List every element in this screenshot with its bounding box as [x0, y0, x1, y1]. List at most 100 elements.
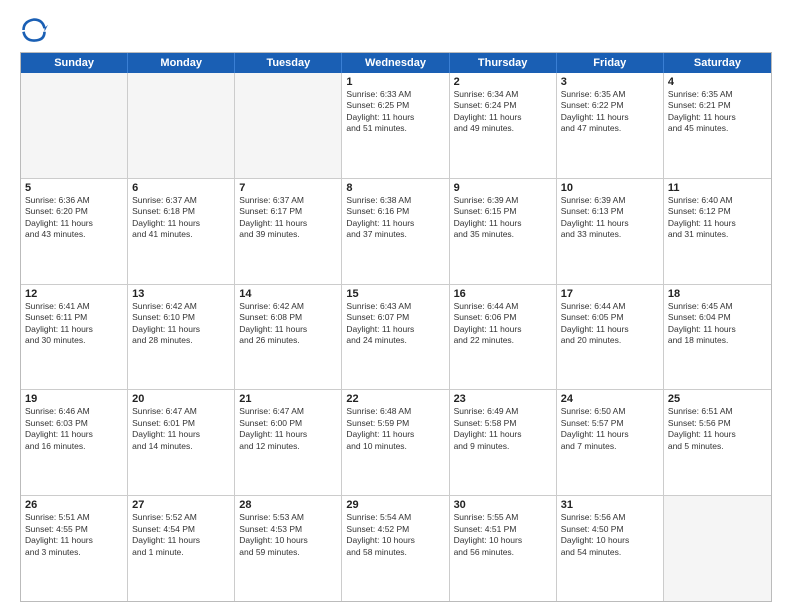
calendar-cell: 16Sunrise: 6:44 AMSunset: 6:06 PMDayligh…	[450, 285, 557, 390]
cell-line: Daylight: 11 hours	[561, 218, 659, 229]
cell-line: and 24 minutes.	[346, 335, 444, 346]
calendar-cell: 21Sunrise: 6:47 AMSunset: 6:00 PMDayligh…	[235, 390, 342, 495]
cell-line: Daylight: 11 hours	[668, 112, 767, 123]
calendar-cell: 11Sunrise: 6:40 AMSunset: 6:12 PMDayligh…	[664, 179, 771, 284]
calendar-cell: 25Sunrise: 6:51 AMSunset: 5:56 PMDayligh…	[664, 390, 771, 495]
cell-line: Daylight: 11 hours	[132, 535, 230, 546]
cell-line: and 54 minutes.	[561, 547, 659, 558]
cell-line: Sunrise: 6:38 AM	[346, 195, 444, 206]
cell-line: Daylight: 11 hours	[346, 218, 444, 229]
cell-line: Sunrise: 6:46 AM	[25, 406, 123, 417]
header	[20, 16, 772, 44]
cell-line: Daylight: 10 hours	[346, 535, 444, 546]
page: SundayMondayTuesdayWednesdayThursdayFrid…	[0, 0, 792, 612]
day-number: 18	[668, 288, 767, 300]
cell-line: Sunset: 6:05 PM	[561, 312, 659, 323]
day-number: 6	[132, 182, 230, 194]
day-number: 1	[346, 76, 444, 88]
day-number: 20	[132, 393, 230, 405]
calendar-cell: 23Sunrise: 6:49 AMSunset: 5:58 PMDayligh…	[450, 390, 557, 495]
cell-line: and 22 minutes.	[454, 335, 552, 346]
day-number: 10	[561, 182, 659, 194]
cell-line: Daylight: 11 hours	[132, 324, 230, 335]
calendar-cell	[128, 73, 235, 178]
calendar-cell	[21, 73, 128, 178]
calendar-cell: 3Sunrise: 6:35 AMSunset: 6:22 PMDaylight…	[557, 73, 664, 178]
cell-line: Daylight: 11 hours	[346, 112, 444, 123]
cell-line: and 7 minutes.	[561, 441, 659, 452]
calendar-cell: 28Sunrise: 5:53 AMSunset: 4:53 PMDayligh…	[235, 496, 342, 601]
cell-line: Daylight: 11 hours	[346, 429, 444, 440]
cell-line: Sunset: 5:58 PM	[454, 418, 552, 429]
cell-line: Sunset: 6:25 PM	[346, 100, 444, 111]
cell-line: Sunset: 4:54 PM	[132, 524, 230, 535]
cell-line: Sunset: 6:07 PM	[346, 312, 444, 323]
cell-line: Sunrise: 5:51 AM	[25, 512, 123, 523]
weekday-header: Sunday	[21, 53, 128, 73]
cell-line: Sunrise: 6:39 AM	[454, 195, 552, 206]
cell-line: and 58 minutes.	[346, 547, 444, 558]
cell-line: and 39 minutes.	[239, 229, 337, 240]
day-number: 11	[668, 182, 767, 194]
cell-line: and 20 minutes.	[561, 335, 659, 346]
cell-line: Daylight: 11 hours	[239, 218, 337, 229]
day-number: 22	[346, 393, 444, 405]
cell-line: Sunrise: 5:52 AM	[132, 512, 230, 523]
day-number: 7	[239, 182, 337, 194]
cell-line: Sunset: 6:18 PM	[132, 206, 230, 217]
calendar-row: 12Sunrise: 6:41 AMSunset: 6:11 PMDayligh…	[21, 284, 771, 390]
cell-line: and 45 minutes.	[668, 123, 767, 134]
day-number: 29	[346, 499, 444, 511]
calendar-cell: 6Sunrise: 6:37 AMSunset: 6:18 PMDaylight…	[128, 179, 235, 284]
cell-line: and 3 minutes.	[25, 547, 123, 558]
cell-line: Sunrise: 6:45 AM	[668, 301, 767, 312]
calendar-cell: 2Sunrise: 6:34 AMSunset: 6:24 PMDaylight…	[450, 73, 557, 178]
cell-line: Sunset: 4:52 PM	[346, 524, 444, 535]
calendar-cell	[664, 496, 771, 601]
cell-line: Daylight: 11 hours	[239, 429, 337, 440]
cell-line: Sunset: 6:03 PM	[25, 418, 123, 429]
cell-line: and 43 minutes.	[25, 229, 123, 240]
weekday-header: Thursday	[450, 53, 557, 73]
cell-line: Sunset: 5:57 PM	[561, 418, 659, 429]
calendar-cell: 29Sunrise: 5:54 AMSunset: 4:52 PMDayligh…	[342, 496, 449, 601]
cell-line: Sunrise: 6:35 AM	[561, 89, 659, 100]
calendar-cell	[235, 73, 342, 178]
cell-line: Sunset: 6:16 PM	[346, 206, 444, 217]
cell-line: Sunrise: 6:44 AM	[561, 301, 659, 312]
cell-line: Sunrise: 5:54 AM	[346, 512, 444, 523]
calendar-cell: 14Sunrise: 6:42 AMSunset: 6:08 PMDayligh…	[235, 285, 342, 390]
day-number: 26	[25, 499, 123, 511]
cell-line: Sunrise: 6:40 AM	[668, 195, 767, 206]
cell-line: Daylight: 11 hours	[346, 324, 444, 335]
cell-line: Sunrise: 6:37 AM	[132, 195, 230, 206]
cell-line: Sunset: 6:10 PM	[132, 312, 230, 323]
day-number: 13	[132, 288, 230, 300]
cell-line: and 10 minutes.	[346, 441, 444, 452]
day-number: 23	[454, 393, 552, 405]
day-number: 19	[25, 393, 123, 405]
day-number: 3	[561, 76, 659, 88]
day-number: 15	[346, 288, 444, 300]
day-number: 30	[454, 499, 552, 511]
cell-line: Daylight: 10 hours	[239, 535, 337, 546]
cell-line: Sunset: 6:01 PM	[132, 418, 230, 429]
cell-line: Daylight: 11 hours	[132, 429, 230, 440]
day-number: 24	[561, 393, 659, 405]
cell-line: Sunrise: 6:47 AM	[239, 406, 337, 417]
cell-line: Daylight: 11 hours	[132, 218, 230, 229]
cell-line: Sunrise: 6:36 AM	[25, 195, 123, 206]
cell-line: Sunrise: 6:43 AM	[346, 301, 444, 312]
calendar-cell: 13Sunrise: 6:42 AMSunset: 6:10 PMDayligh…	[128, 285, 235, 390]
cell-line: Daylight: 11 hours	[25, 218, 123, 229]
cell-line: Sunset: 4:50 PM	[561, 524, 659, 535]
calendar-header: SundayMondayTuesdayWednesdayThursdayFrid…	[21, 53, 771, 73]
cell-line: Sunrise: 6:41 AM	[25, 301, 123, 312]
weekday-header: Friday	[557, 53, 664, 73]
day-number: 9	[454, 182, 552, 194]
cell-line: Sunset: 4:51 PM	[454, 524, 552, 535]
cell-line: Sunrise: 6:42 AM	[132, 301, 230, 312]
calendar-cell: 27Sunrise: 5:52 AMSunset: 4:54 PMDayligh…	[128, 496, 235, 601]
weekday-header: Saturday	[664, 53, 771, 73]
cell-line: and 49 minutes.	[454, 123, 552, 134]
